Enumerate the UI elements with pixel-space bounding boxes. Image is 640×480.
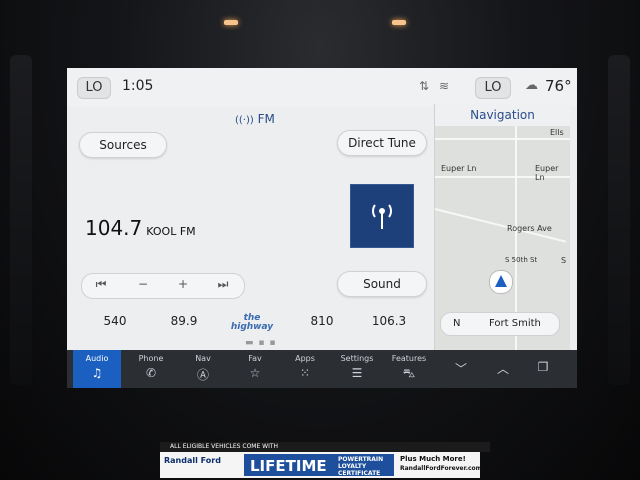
signal-icon: ⇅ xyxy=(419,79,430,93)
street-label: Rogers Ave xyxy=(507,224,552,233)
street-label: Ells xyxy=(550,128,564,137)
tune-down-button[interactable]: − xyxy=(128,277,158,291)
preset-5[interactable]: 106.3 xyxy=(359,314,419,328)
tab-nav[interactable]: Nav Ⓐ xyxy=(179,350,227,388)
right-trim xyxy=(608,55,630,385)
preset-3[interactable]: the highway xyxy=(222,314,282,332)
station-name: KOOL FM xyxy=(146,225,196,238)
banner-tagline: Plus Much More! RandallFordForever.com xyxy=(400,455,482,472)
weather-icon: ☁ xyxy=(525,78,538,93)
banner-headline: ALL ELIGIBLE VEHICLES COME WITH xyxy=(160,442,490,452)
navigation-panel[interactable]: Navigation Ells Euper Ln Euper Ln Rogers… xyxy=(434,104,570,351)
apps-grid-icon: ⁙ xyxy=(299,366,311,380)
tab-apps[interactable]: Apps ⁙ xyxy=(281,350,329,388)
seek-back-button[interactable]: ⏮ xyxy=(86,277,116,292)
windows-icon: ❐ xyxy=(537,360,549,374)
radio-wave-icon: ((·)) xyxy=(235,115,254,126)
station-art-tile[interactable] xyxy=(350,184,414,248)
car-icon: ⛍ xyxy=(402,366,416,380)
sources-button[interactable]: Sources xyxy=(79,132,167,158)
bottom-nav-bar: Audio ♫ Phone ✆ Nav Ⓐ Fav ☆ Apps ⁙ Setti… xyxy=(67,350,577,388)
star-icon: ☆ xyxy=(249,366,261,380)
ambient-light xyxy=(224,20,238,25)
compass-icon: Ⓐ xyxy=(196,368,209,382)
tab-audio[interactable]: Audio ♫ xyxy=(73,350,121,388)
climate-lo-left[interactable]: LO xyxy=(77,77,111,99)
dealer-banner: ALL ELIGIBLE VEHICLES COME WITH Randall … xyxy=(160,442,490,478)
dealer-logo: Randall Ford xyxy=(164,456,221,465)
compass-heading: N xyxy=(453,318,461,329)
map-road xyxy=(435,138,570,140)
preset-1[interactable]: 540 xyxy=(85,314,145,328)
multitask-button[interactable]: ❐ xyxy=(519,350,567,388)
phone-icon: ✆ xyxy=(145,366,157,380)
ambient-light xyxy=(392,20,406,25)
location-pill[interactable]: N Fort Smith xyxy=(440,312,560,336)
tab-fav[interactable]: Fav ☆ xyxy=(231,350,279,388)
vehicle-position-icon xyxy=(489,270,513,294)
clock: 1:05 xyxy=(122,78,154,94)
seek-forward-button[interactable]: ⏭ xyxy=(208,277,238,292)
left-trim xyxy=(10,55,32,385)
sound-button[interactable]: Sound xyxy=(337,271,427,297)
tune-up-button[interactable]: + xyxy=(168,277,198,291)
climate-lo-right[interactable]: LO xyxy=(475,77,511,99)
street-label: S 50th St xyxy=(505,256,538,264)
band-label: ((·)) FM xyxy=(235,112,275,126)
music-note-icon: ♫ xyxy=(91,366,103,380)
chevron-down-icon: ﹀ xyxy=(454,362,467,376)
page-indicator: ▬ ▪ ▪ xyxy=(245,338,277,348)
street-label: Euper Ln xyxy=(441,164,477,173)
playback-controls: ⏮ − + ⏭ xyxy=(81,273,245,299)
broadcast-icon xyxy=(372,204,392,229)
sliders-icon: ☰ xyxy=(351,366,363,380)
navigation-title: Navigation xyxy=(435,104,570,126)
city-name: Fort Smith xyxy=(489,318,541,329)
direct-tune-button[interactable]: Direct Tune xyxy=(337,130,427,156)
current-station: 104.7 KOOL FM xyxy=(85,216,196,240)
infotainment-screen: LO 1:05 ⇅ ≋ LO ☁ 76° ((·)) FM Sources Di… xyxy=(67,68,577,388)
preset-4[interactable]: 810 xyxy=(292,314,352,328)
street-label: S xyxy=(561,256,567,265)
frequency: 104.7 xyxy=(85,216,143,240)
status-bar: LO 1:05 ⇅ ≋ LO ☁ 76° xyxy=(67,68,577,106)
lifetime-badge: LIFETIME POWERTRAIN LOYALTY CERTIFICATE xyxy=(244,454,394,477)
tab-features[interactable]: Features ⛍ xyxy=(385,350,433,388)
preset-2[interactable]: 89.9 xyxy=(154,314,214,328)
street-label: Euper Ln xyxy=(535,164,559,182)
wifi-icon: ≋ xyxy=(439,79,450,93)
tab-phone[interactable]: Phone ✆ xyxy=(127,350,175,388)
collapse-button[interactable]: ﹀ xyxy=(437,350,485,388)
tab-settings[interactable]: Settings ☰ xyxy=(333,350,381,388)
outside-temperature: 76° xyxy=(545,77,572,95)
